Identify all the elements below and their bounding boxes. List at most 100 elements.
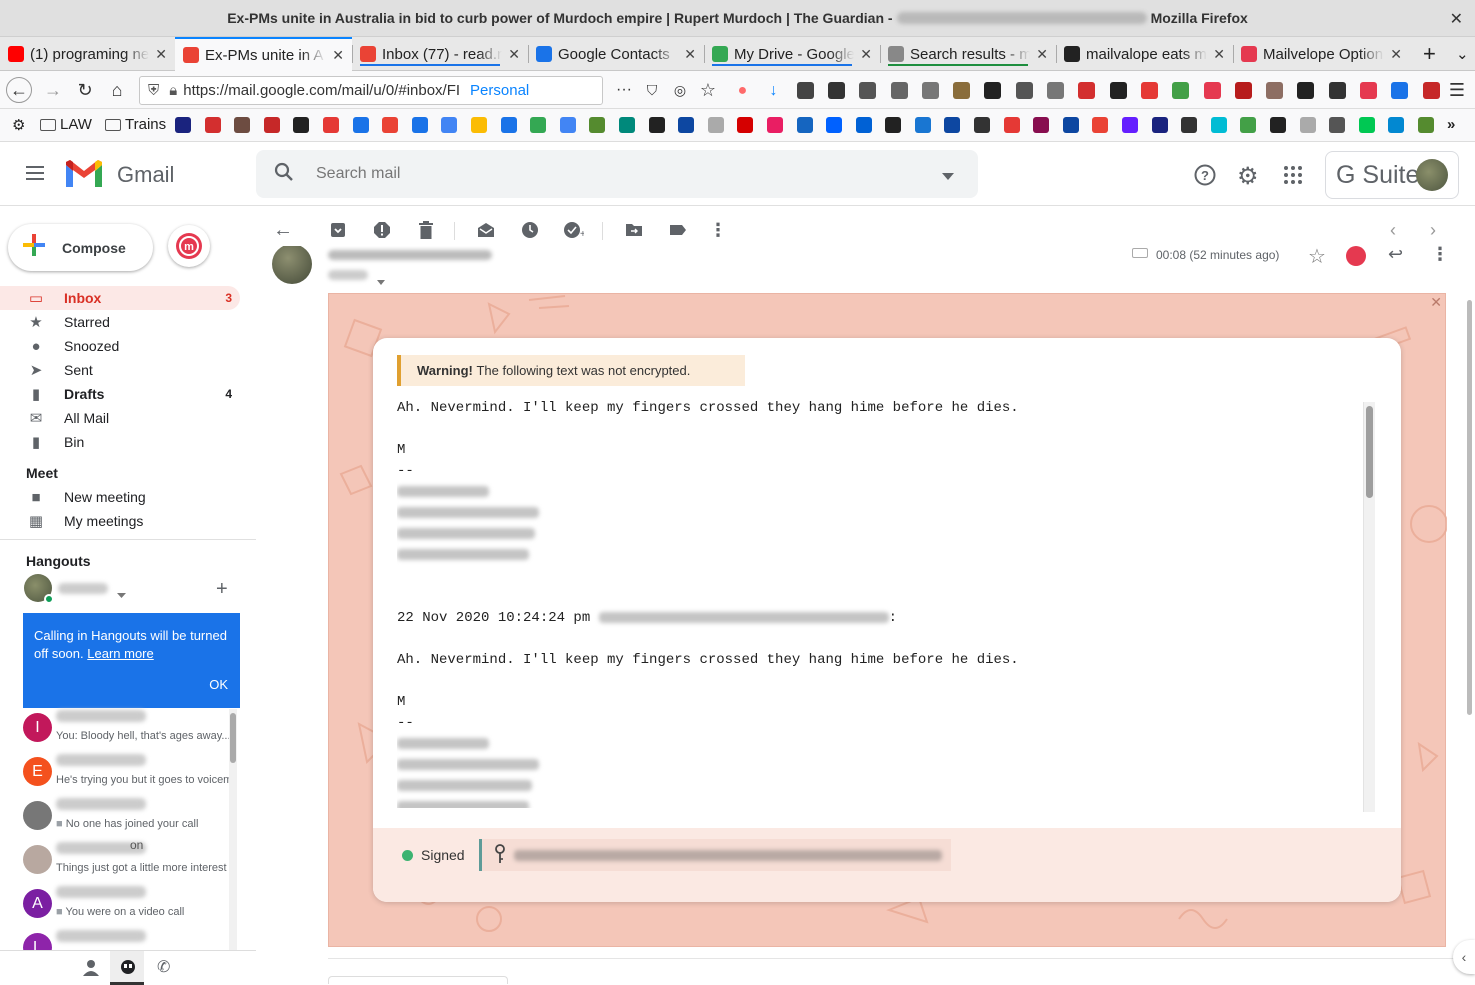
home-button[interactable]: ⌂ [104, 77, 130, 103]
fingerprint-icon[interactable]: ◎ [667, 77, 693, 103]
tab-close-icon[interactable]: ✕ [155, 46, 167, 63]
hangouts-contact[interactable]: on Things just got a little more interest [20, 838, 230, 886]
sidebar-item-bin[interactable]: ▮ Bin [0, 430, 240, 454]
tab-8[interactable]: Mailvelope Option ✕ [1233, 39, 1410, 69]
search-input[interactable]: Search mail [316, 165, 400, 183]
learn-more-link[interactable]: Learn more [87, 646, 153, 661]
newer-message-icon[interactable]: ‹ [1383, 220, 1403, 240]
tab-close-icon[interactable]: ✕ [508, 46, 520, 63]
ext-icon[interactable] [1235, 82, 1252, 99]
bookmark-favicon-icon[interactable] [441, 117, 457, 133]
bookmark-favicon-icon[interactable] [501, 117, 517, 133]
bookmark-favicon-icon[interactable] [1388, 117, 1404, 133]
bookmark-favicon-icon[interactable] [175, 117, 191, 133]
sidebar-icon[interactable] [859, 82, 876, 99]
lock-icon[interactable]: 🔒︎ [169, 82, 177, 99]
bookmark-favicon-icon[interactable] [323, 117, 339, 133]
bookmark-folder-trains[interactable]: Trains [105, 116, 166, 133]
hangouts-contact[interactable]: A ■ You were on a video call [20, 886, 230, 930]
hangouts-contact[interactable]: E He's trying you but it goes to voicem [20, 754, 231, 798]
library-icon[interactable] [891, 82, 908, 99]
tab-4[interactable]: Google Contacts ✕ [528, 39, 704, 69]
ext-icon[interactable] [1016, 82, 1033, 99]
bookmark-favicon-icon[interactable] [1270, 117, 1286, 133]
report-spam-icon[interactable] [372, 220, 392, 240]
bookmark-favicon-icon[interactable] [530, 117, 546, 133]
tab-close-icon[interactable]: ✕ [1390, 46, 1402, 63]
page-actions-icon[interactable]: ··· [611, 77, 637, 103]
reply-icon[interactable]: ↩ [1388, 246, 1403, 265]
download-icon[interactable]: ↓ [765, 82, 782, 99]
extensions-icon[interactable] [828, 82, 845, 99]
menu-icon[interactable]: ☰ [1444, 77, 1470, 103]
message-body[interactable]: Ah. Nevermind. I'll keep my fingers cros… [397, 398, 1367, 808]
ext-icon[interactable] [1204, 82, 1221, 99]
bookmark-favicon-icon[interactable] [737, 117, 753, 133]
sidebar-item-starred[interactable]: ★ Starred [0, 310, 240, 334]
delete-icon[interactable] [416, 220, 436, 240]
hangouts-icon[interactable] [119, 959, 137, 980]
message-more-icon[interactable]: ⋮ [1431, 246, 1449, 265]
gsuite-badge[interactable]: G Suite [1325, 151, 1459, 199]
status-dropdown-icon[interactable] [117, 586, 126, 602]
ext-icon[interactable] [1047, 82, 1064, 99]
person-icon[interactable] [82, 959, 100, 981]
bookmark-favicon-icon[interactable] [264, 117, 280, 133]
settings-gear-icon[interactable]: ⚙ [12, 116, 25, 134]
ext-icon[interactable] [984, 82, 1001, 99]
tab-1[interactable]: (1) programing ne ✕ [0, 39, 175, 69]
gmail-logo-icon[interactable] [64, 159, 104, 192]
archive-icon[interactable] [328, 220, 348, 240]
hangouts-contact[interactable]: I You: Bloody hell, that's ages away... [20, 710, 231, 754]
add-to-tasks-icon[interactable]: + [564, 220, 584, 240]
contacts-scrollbar[interactable] [229, 709, 237, 953]
ext-icon[interactable] [1141, 82, 1158, 99]
tab-close-icon[interactable]: ✕ [860, 46, 872, 63]
microphone-icon[interactable]: ● [734, 82, 751, 99]
recipient-details-icon[interactable] [377, 272, 385, 288]
bookmark-favicon-icon[interactable] [234, 117, 250, 133]
back-to-inbox-icon[interactable]: ← [273, 219, 293, 241]
hangouts-contact[interactable]: ■ No one has joined your call [20, 798, 230, 842]
tab-6[interactable]: Search results - mstu ✕ [880, 39, 1056, 69]
js-icon[interactable] [1329, 82, 1346, 99]
reader-icon[interactable] [922, 82, 939, 99]
forward-button[interactable]: → [40, 77, 66, 103]
apps-grid-icon[interactable] [1283, 165, 1303, 188]
bookmark-favicon-icon[interactable] [1033, 117, 1049, 133]
message-scrollbar[interactable] [1363, 402, 1375, 812]
mark-unread-icon[interactable] [476, 220, 496, 240]
tab-2[interactable]: Ex-PMs unite in A ✕ [175, 37, 352, 71]
bookmark-favicon-icon[interactable] [797, 117, 813, 133]
phone-icon[interactable]: ✆ [157, 957, 170, 977]
more-actions-icon[interactable]: ⋮ [708, 220, 728, 240]
bookmark-favicon-icon[interactable] [471, 117, 487, 133]
bookmark-favicon-icon[interactable] [1329, 117, 1345, 133]
sidebar-item-inbox[interactable]: ▭ Inbox 3 [0, 286, 240, 310]
bookmark-favicon-icon[interactable] [1418, 117, 1434, 133]
bookmark-favicon-icon[interactable] [1004, 117, 1020, 133]
bookmark-favicon-icon[interactable] [589, 117, 605, 133]
tab-close-icon[interactable]: ✕ [1213, 46, 1225, 63]
bookmark-favicon-icon[interactable] [1092, 117, 1108, 133]
ext-icon[interactable] [1078, 82, 1095, 99]
signer-key[interactable] [479, 839, 951, 871]
compose-button[interactable]: Compose [8, 224, 153, 271]
bookmark-favicon-icon[interactable] [1359, 117, 1375, 133]
tab-7[interactable]: mailvalope eats m ✕ [1056, 39, 1233, 69]
back-button[interactable]: ← [6, 77, 32, 103]
bookmark-favicon-icon[interactable] [1063, 117, 1079, 133]
bookmark-favicon-icon[interactable] [885, 117, 901, 133]
older-message-icon[interactable]: › [1423, 220, 1443, 240]
ext-icon[interactable] [1423, 82, 1440, 99]
bookmark-favicon-icon[interactable] [1152, 117, 1168, 133]
ext-icon[interactable] [1172, 82, 1189, 99]
bookmark-star-icon[interactable]: ☆ [695, 77, 721, 103]
bookmark-favicon-icon[interactable] [382, 117, 398, 133]
url-text[interactable]: https://mail.google.com/mail/u/0/#inbox/… [183, 82, 460, 99]
message-scroll-thumb[interactable] [1366, 406, 1373, 498]
sidebar-item-sent[interactable]: ➤ Sent [0, 358, 240, 382]
more-bookmarks-icon[interactable]: » [1447, 116, 1455, 133]
container-label[interactable]: Personal [470, 82, 529, 99]
bookmark-favicon-icon[interactable] [205, 117, 221, 133]
